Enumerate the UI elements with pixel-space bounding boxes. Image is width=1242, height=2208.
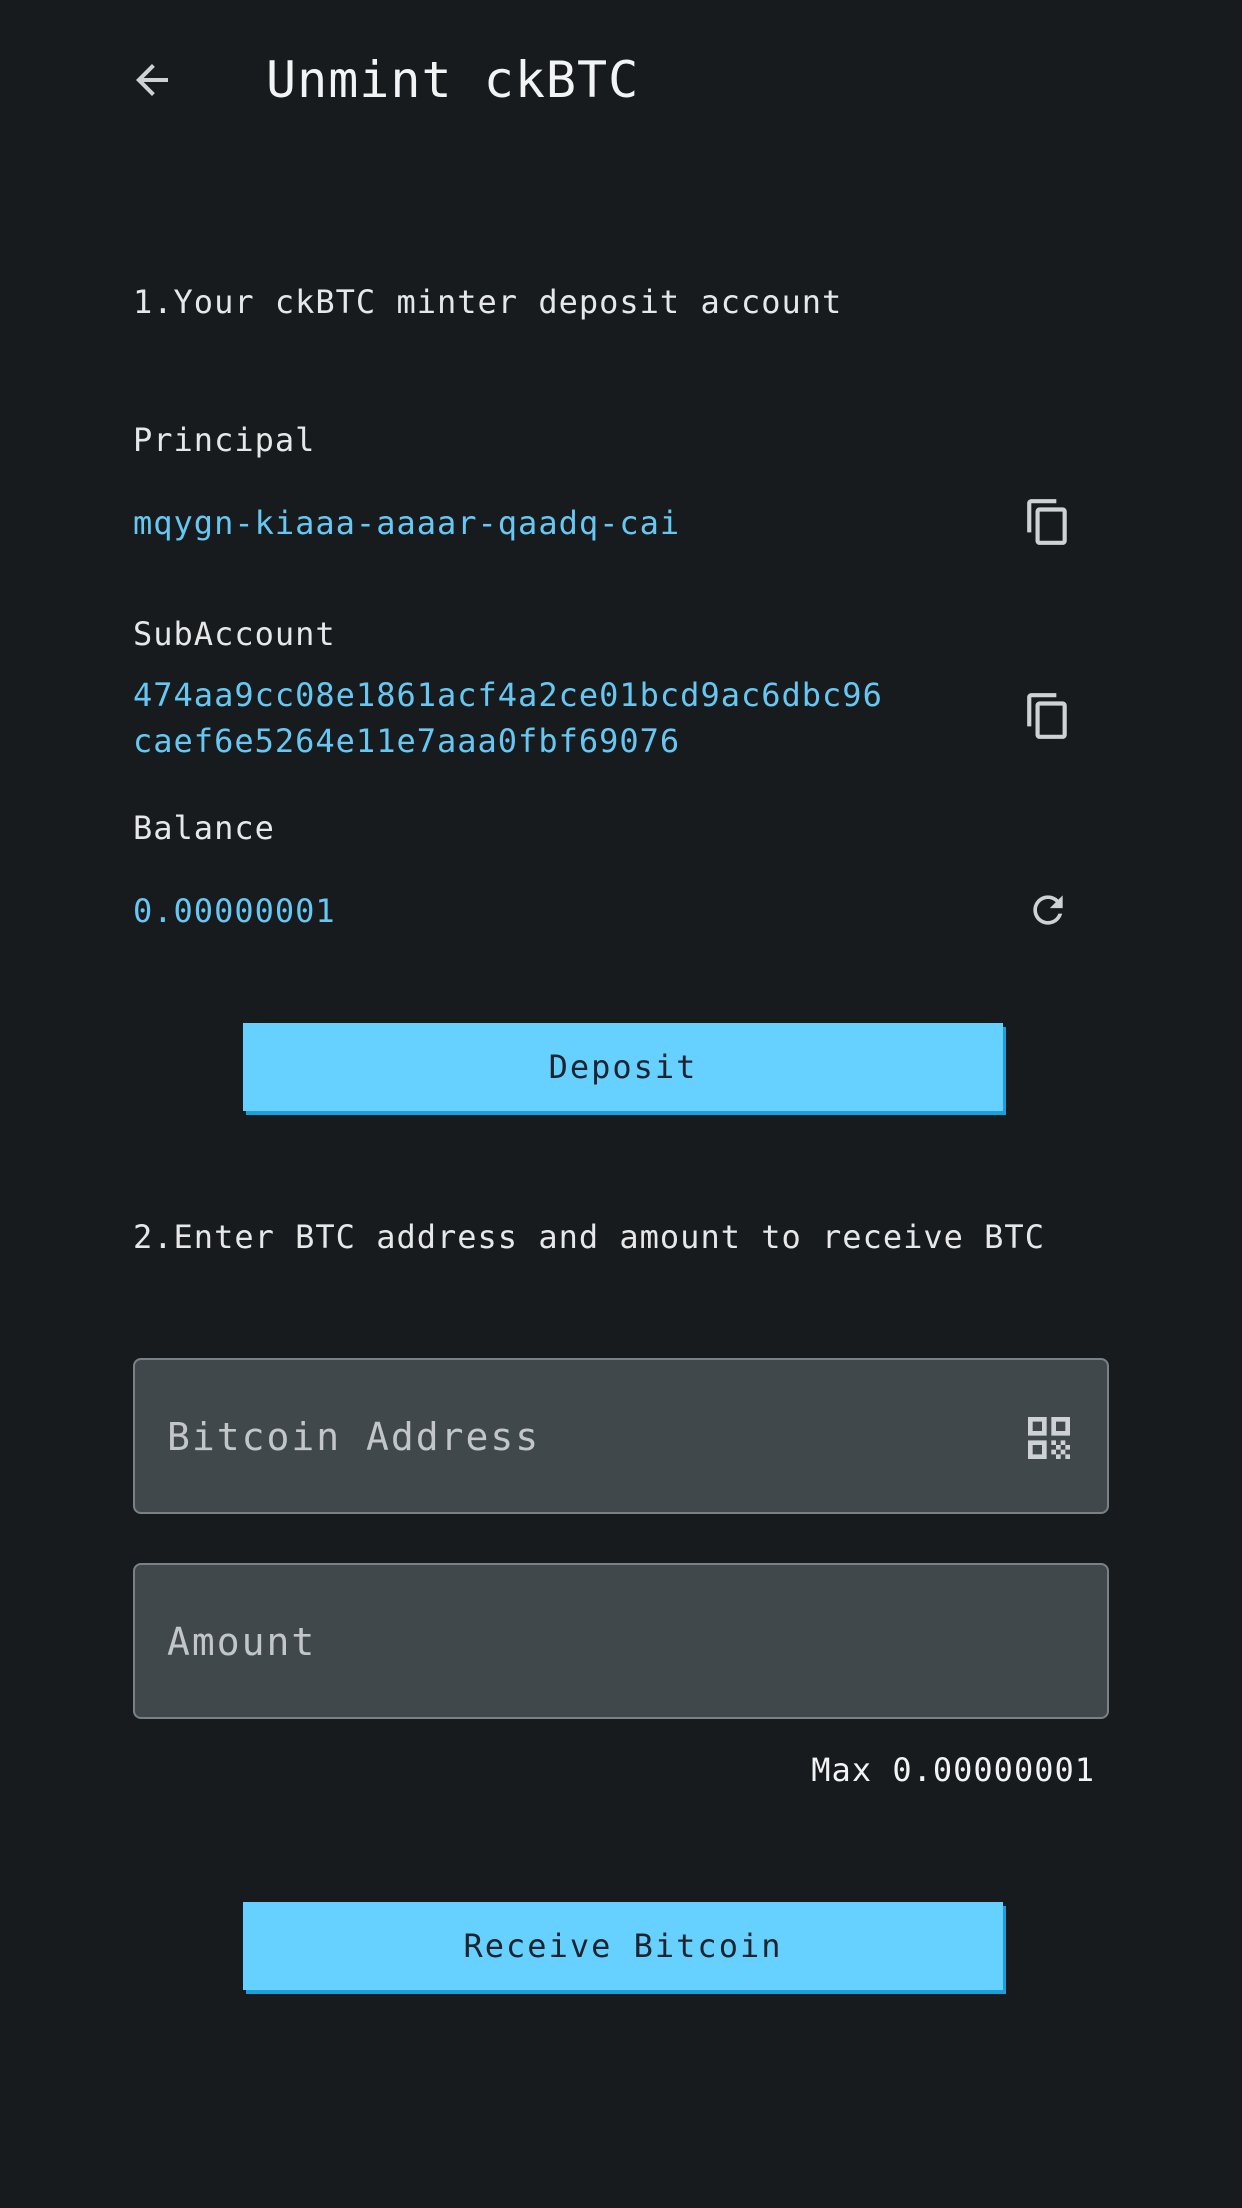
deposit-button[interactable]: Deposit bbox=[243, 1023, 1003, 1111]
refresh-balance-button[interactable] bbox=[1018, 880, 1078, 940]
arrow-left-icon bbox=[136, 64, 168, 96]
deposit-section-title: 1.Your ckBTC minter deposit account bbox=[133, 283, 843, 321]
subaccount-value-line1: 474aa9cc08e1861acf4a2ce01bcd9ac6dbc96 bbox=[133, 676, 883, 714]
scan-qr-button[interactable] bbox=[1021, 1410, 1077, 1466]
receive-section-title: 2.Enter BTC address and amount to receiv… bbox=[133, 1218, 1045, 1256]
page-title: Unmint ckBTC bbox=[266, 51, 640, 109]
copy-icon bbox=[1027, 693, 1067, 739]
copy-subaccount-button[interactable] bbox=[1018, 686, 1078, 746]
balance-label: Balance bbox=[133, 809, 275, 847]
bitcoin-address-field bbox=[133, 1358, 1109, 1514]
max-amount-label: Max 0.00000001 bbox=[811, 1751, 1095, 1789]
app-header: Unmint ckBTC bbox=[0, 0, 1242, 160]
qr-code-icon bbox=[1028, 1417, 1070, 1459]
subaccount-value-line2: caef6e5264e11e7aaa0fbf69076 bbox=[133, 722, 681, 760]
refresh-icon bbox=[1033, 895, 1063, 925]
bitcoin-address-input[interactable] bbox=[165, 1360, 1029, 1514]
back-button[interactable] bbox=[122, 50, 182, 110]
receive-bitcoin-button[interactable]: Receive Bitcoin bbox=[243, 1902, 1003, 1990]
balance-value: 0.00000001 bbox=[133, 892, 336, 930]
principal-label: Principal bbox=[133, 421, 316, 459]
amount-field bbox=[133, 1563, 1109, 1719]
copy-icon bbox=[1027, 499, 1067, 545]
subaccount-label: SubAccount bbox=[133, 615, 336, 653]
copy-principal-button[interactable] bbox=[1018, 492, 1078, 552]
amount-input[interactable] bbox=[165, 1565, 1029, 1719]
principal-value: mqygn-kiaaa-aaaar-qaadq-cai bbox=[133, 504, 681, 542]
